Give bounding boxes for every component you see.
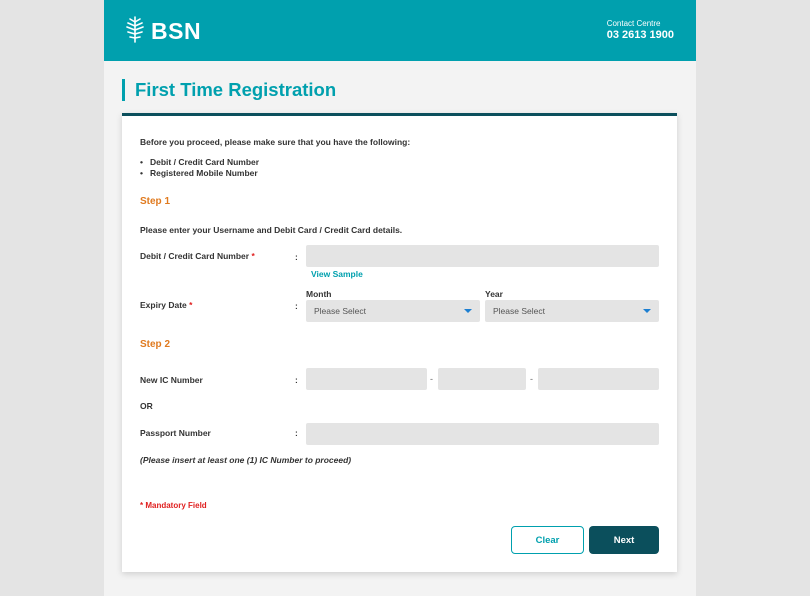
next-button[interactable]: Next	[589, 526, 659, 554]
header-bar: BSN Contact Centre 03 2613 1900	[104, 0, 696, 61]
expiry-date-label-text: Expiry Date	[140, 300, 187, 310]
card-number-input[interactable]	[306, 245, 659, 267]
requirements-list: Debit / Credit Card Number Registered Mo…	[140, 157, 259, 179]
year-select-value: Please Select	[493, 306, 545, 316]
passport-number-input[interactable]	[306, 423, 659, 445]
year-label: Year	[485, 289, 503, 299]
step-1-title: Step 1	[140, 196, 171, 207]
intro-text: Before you proceed, please make sure tha…	[140, 137, 411, 147]
ic-number-label: New IC Number	[140, 375, 203, 385]
view-sample-link[interactable]: View Sample	[311, 269, 363, 279]
step-1-instruction: Please enter your Username and Debit Car…	[140, 225, 403, 235]
chevron-down-icon	[464, 309, 472, 313]
ic-number-part-3[interactable]	[538, 368, 659, 390]
mandatory-field-note: * Mandatory Field	[140, 501, 207, 510]
year-select[interactable]: Please Select	[485, 300, 659, 322]
month-select-value: Please Select	[314, 306, 366, 316]
ic-number-part-1[interactable]	[306, 368, 427, 390]
or-label: OR	[140, 401, 153, 411]
registration-form: Before you proceed, please make sure tha…	[122, 113, 677, 572]
card-number-label: Debit / Credit Card Number *	[140, 251, 255, 261]
step-2-title: Step 2	[140, 339, 171, 350]
list-item: Debit / Credit Card Number	[140, 157, 259, 168]
colon: :	[295, 301, 298, 311]
page-title: First Time Registration	[135, 79, 337, 100]
contact-number[interactable]: 03 2613 1900	[607, 29, 674, 41]
ic-separator: -	[530, 374, 533, 384]
chevron-down-icon	[643, 309, 651, 313]
expiry-date-label: Expiry Date *	[140, 300, 192, 310]
title-accent-bar	[122, 79, 125, 101]
colon: :	[295, 252, 298, 262]
contact-centre: Contact Centre 03 2613 1900	[607, 19, 674, 41]
tree-icon	[123, 14, 147, 49]
page: BSN Contact Centre 03 2613 1900 First Ti…	[104, 0, 696, 596]
required-marker: *	[251, 251, 255, 261]
ic-separator: -	[430, 374, 433, 384]
colon: :	[295, 375, 298, 385]
month-select[interactable]: Please Select	[306, 300, 480, 322]
colon: :	[295, 428, 298, 438]
passport-number-label: Passport Number	[140, 428, 211, 438]
card-number-label-text: Debit / Credit Card Number	[140, 251, 250, 261]
clear-button[interactable]: Clear	[511, 526, 584, 554]
contact-label: Contact Centre	[606, 19, 661, 28]
ic-note: (Please insert at least one (1) IC Numbe…	[140, 455, 352, 465]
month-label: Month	[306, 289, 332, 299]
ic-number-part-2[interactable]	[438, 368, 526, 390]
required-marker: *	[189, 300, 193, 310]
bsn-logo[interactable]: BSN	[123, 14, 201, 49]
brand-name: BSN	[151, 18, 202, 44]
list-item: Registered Mobile Number	[140, 168, 259, 179]
